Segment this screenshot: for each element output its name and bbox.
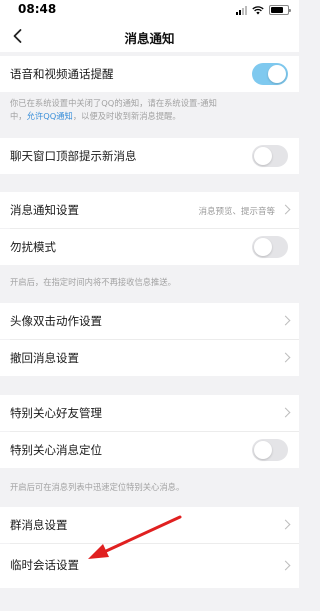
signal-icon	[236, 5, 247, 15]
chevron-right-icon	[280, 407, 291, 418]
recall-message-settings-label: 撤回消息设置	[10, 351, 79, 365]
group-message-settings-label: 群消息设置	[10, 518, 68, 532]
locate-note: 开启后可在消息列表中迅速定位特别关心消息。	[10, 482, 185, 492]
special-care-friends-label: 特别关心好友管理	[10, 406, 102, 420]
dnd-note: 开启后，在指定时间内将不再接收信息推送。	[10, 277, 176, 287]
page-title: 消息通知	[124, 31, 175, 46]
voice-video-call-reminder-toggle[interactable]	[252, 63, 288, 85]
status-bar: 08:48	[0, 0, 299, 22]
chevron-right-icon	[280, 352, 291, 363]
status-icons	[236, 5, 291, 15]
status-time: 08:48	[18, 2, 57, 16]
wifi-icon	[252, 5, 264, 14]
chevron-right-icon	[280, 204, 291, 215]
allow-qq-notification-link[interactable]: 允许QQ通知	[27, 111, 73, 121]
special-care-locate-label: 特别关心消息定位	[10, 443, 102, 457]
avatar-double-tap-row[interactable]: 头像双击动作设置	[0, 303, 299, 339]
group-message-settings-row[interactable]: 群消息设置	[0, 507, 299, 543]
notification-settings-value: 消息预览、提示音等	[198, 207, 275, 217]
voice-video-call-reminder-row[interactable]: 语音和视频通话提醒	[0, 56, 299, 92]
system-note-line2-pre: 中，	[10, 111, 27, 121]
nav-bar: 消息通知	[0, 22, 299, 52]
battery-icon	[269, 5, 291, 15]
do-not-disturb-row[interactable]: 勿扰模式	[0, 229, 299, 265]
notification-settings-label: 消息通知设置	[10, 203, 79, 217]
chevron-right-icon	[280, 560, 291, 571]
temp-session-settings-label: 临时会话设置	[10, 558, 79, 572]
chat-top-new-message-row[interactable]: 聊天窗口顶部提示新消息	[0, 138, 299, 174]
system-note-line2-post: ，以便及时收到新消息提醒。	[72, 111, 181, 121]
temp-session-settings-row[interactable]: 临时会话设置	[0, 544, 299, 588]
recall-message-settings-row[interactable]: 撤回消息设置	[0, 340, 299, 376]
system-note-line1: 你已在系统设置中关闭了QQ的通知，请在系统设置-通知	[10, 98, 217, 108]
notification-settings-row[interactable]: 消息通知设置 消息预览、提示音等	[0, 192, 299, 228]
system-notification-note: 你已在系统设置中关闭了QQ的通知，请在系统设置-通知 中，允许QQ通知，以便及时…	[10, 97, 295, 123]
chevron-right-icon	[280, 519, 291, 530]
voice-video-call-reminder-label: 语音和视频通话提醒	[10, 67, 114, 81]
chat-top-new-message-label: 聊天窗口顶部提示新消息	[10, 149, 137, 163]
chevron-right-icon	[280, 315, 291, 326]
special-care-locate-row[interactable]: 特别关心消息定位	[0, 432, 299, 468]
do-not-disturb-label: 勿扰模式	[10, 240, 56, 254]
do-not-disturb-toggle[interactable]	[252, 236, 288, 258]
special-care-locate-toggle[interactable]	[252, 439, 288, 461]
avatar-double-tap-label: 头像双击动作设置	[10, 314, 102, 328]
special-care-friends-row[interactable]: 特别关心好友管理	[0, 395, 299, 431]
chat-top-new-message-toggle[interactable]	[252, 145, 288, 167]
